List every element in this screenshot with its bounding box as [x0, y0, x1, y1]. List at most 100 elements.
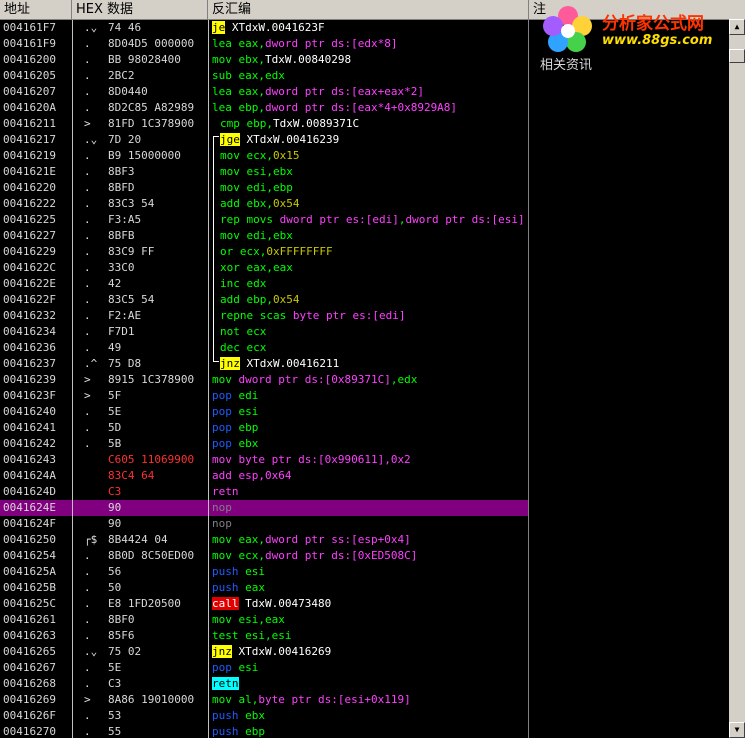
disasm-cell: dec ecx [220, 340, 528, 356]
disasm-row[interactable]: 0041625A. 56 push esi [0, 564, 528, 580]
site-logo: 分析家公式网 www.88gs.com [538, 4, 736, 54]
jump-marker: . [84, 37, 91, 50]
disasm-row[interactable]: 0041620A. 8D2C85 A82989 lea ebp,dword ptr … [0, 100, 528, 116]
disasm-row[interactable]: 00416200. BB 98028400 mov ebx,TdxW.0084029… [0, 52, 528, 68]
disasm-row[interactable]: 00416240. 5E pop esi [0, 404, 528, 420]
disasm-cell: push eax [212, 580, 526, 596]
jump-marker: > [84, 117, 91, 130]
disasm-row[interactable]: 00416234. F7D1 not ecx [0, 324, 528, 340]
disasm-row[interactable]: 0041625B. 50 push eax [0, 580, 528, 596]
disasm-row[interactable]: 00416265 .⌄ 75 02 jnz XTdxW.00416269 [0, 644, 528, 660]
scroll-up-button[interactable]: ▲ [729, 19, 745, 35]
mnemonic: jge [220, 133, 240, 146]
address-cell: 00416211 [3, 117, 56, 130]
disasm-row[interactable]: 00416237 .^ 75 D8 jnz XTdxW.00416211 [0, 356, 528, 372]
disasm-row[interactable]: 0041622E. 42 inc edx [0, 276, 528, 292]
disasm-cell: repne scas byte ptr es:[edi] [220, 308, 528, 324]
address-cell: 0041624F [3, 517, 56, 530]
operand: dword ptr ds:[eax*4+0x8929A8] [265, 101, 458, 114]
mnemonic: pop [212, 437, 232, 450]
disasm-row[interactable]: 0041626F. 53 push ebx [0, 708, 528, 724]
disasm-row[interactable]: 00416254. 8B0D 8C50ED00 mov ecx,dword ptr … [0, 548, 528, 564]
address-cell: 00416227 [3, 229, 56, 242]
comment-pane[interactable] [529, 20, 729, 738]
operand: ecx, [233, 245, 267, 258]
hex-cell: 83C9 FF [108, 245, 155, 258]
operand: dword ptr ds:[esi] [405, 213, 525, 226]
operand: 0x54 [273, 197, 300, 210]
disasm-row[interactable]: 0041624D C3 retn [0, 484, 528, 500]
operand: esp,0x64 [231, 469, 292, 482]
mnemonic: retn [212, 677, 239, 690]
column-header-address[interactable]: 地址 [0, 0, 72, 19]
disasm-row[interactable]: 004161F9. 8D04D5 000000 lea eax,dword ptr … [0, 36, 528, 52]
mnemonic: mov [212, 533, 232, 546]
disasm-row[interactable]: 00416241. 5D pop ebp [0, 420, 528, 436]
disasm-cell: xor eax,eax [220, 260, 528, 276]
disasm-cell: jge XTdxW.00416239 [220, 132, 528, 148]
disasm-cell: pop edi [212, 388, 526, 404]
disasm-row[interactable]: 0041625C. E8 1FD20500 call TdxW.00473480 [0, 596, 528, 612]
operand: ecx, [239, 149, 273, 162]
mnemonic: pop [212, 421, 232, 434]
disasm-row[interactable]: 00416232. F2:AE repne scas byte ptr es:[ed… [0, 308, 528, 324]
operand: XTdxW.00416239 [239, 133, 340, 146]
disasm-row[interactable]: 00416270. 55 push ebp [0, 724, 528, 738]
disasm-row[interactable]: 0041624F 90 nop [0, 516, 528, 532]
disasm-row[interactable]: 00416229. 83C9 FF or ecx,0xFFFFFFFF [0, 244, 528, 260]
disasm-row[interactable]: 00416267. 5E pop esi [0, 660, 528, 676]
column-header-disassembly[interactable]: 反汇编 [208, 0, 529, 19]
scrollbar-thumb[interactable] [729, 49, 745, 63]
disasm-row[interactable]: 00416217 .⌄ 7D 20 jge XTdxW.00416239 [0, 132, 528, 148]
hex-cell: 53 [108, 709, 122, 722]
disasm-row[interactable]: 00416242. 5B pop ebx [0, 436, 528, 452]
disasm-row[interactable]: 00416225. F3:A5 rep movs dword ptr es:[edi… [0, 212, 528, 228]
column-header-hex[interactable]: HEX 数据 [72, 0, 208, 19]
disasm-row[interactable]: 00416222. 83C3 54 add ebx,0x54 [0, 196, 528, 212]
disasm-row[interactable]: 004161F7 .⌄ 74 46 je XTdxW.0041623F [0, 20, 528, 36]
operand: ,edx [390, 373, 418, 386]
disasm-row[interactable]: 00416269 >8A86 19010000 mov al,byte ptr ds… [0, 692, 528, 708]
jump-marker: . [84, 261, 91, 274]
disasm-row[interactable]: 00416227. 8BFB mov edi,ebx [0, 228, 528, 244]
disasm-row[interactable]: 00416261. 8BF0 mov esi,eax [0, 612, 528, 628]
operand: byte ptr es:[edi] [286, 309, 406, 322]
disasm-row[interactable]: 00416205. 2BC2 sub eax,edx [0, 68, 528, 84]
disasm-row[interactable]: 00416220. 8BFD mov edi,ebp [0, 180, 528, 196]
disasm-row[interactable]: 00416263. 85F6 test esi,esi [0, 628, 528, 644]
disassembly-grid[interactable]: 004161F7 .⌄ 74 46 je XTdxW.0041623F 004161F9… [0, 20, 528, 738]
disasm-row[interactable]: 00416219. B9 15000000 mov ecx,0x15 [0, 148, 528, 164]
hex-cell: 50 [108, 581, 122, 594]
disasm-row[interactable]: 00416207. 8D0440 lea eax,dword ptr ds:[eax… [0, 84, 528, 100]
operand: eax,edx [231, 69, 285, 82]
address-cell: 0041625C [3, 597, 56, 610]
disasm-row[interactable]: 0041624A 83C4 64 add esp,0x64 [0, 468, 528, 484]
disasm-row[interactable]: 0041622C. 33C0 xor eax,eax [0, 260, 528, 276]
operand: ebx, [239, 197, 273, 210]
operand: edi,ebx [239, 229, 293, 242]
disasm-row[interactable]: 0041623F >5F pop edi [0, 388, 528, 404]
disasm-row[interactable]: 00416243 C605 11069900 mov byte ptr ds:[0x… [0, 452, 528, 468]
disasm-row[interactable]: 0041621E. 8BF3 mov esi,ebx [0, 164, 528, 180]
disasm-cell: nop [212, 500, 526, 516]
scroll-down-button[interactable]: ▼ [729, 722, 745, 738]
mnemonic: mov [220, 149, 240, 162]
disasm-row[interactable]: 00416250 ┌$ 8B4424 04 mov eax,dword ptr ss:… [0, 532, 528, 548]
vertical-scrollbar[interactable]: ▲ ▼ [729, 19, 745, 738]
operand: XTdxW.0041623F [225, 21, 325, 34]
disasm-row[interactable]: 00416236. 49 dec ecx [0, 340, 528, 356]
disasm-row[interactable]: 00416211 >81FD 1C378900 cmp ebp,TdxW.00893… [0, 116, 528, 132]
disasm-row[interactable]: 00416239 >8915 1C378900 mov dword ptr ds:[… [0, 372, 528, 388]
jump-marker: . [84, 277, 91, 290]
hex-cell: 5E [108, 661, 122, 674]
address-cell: 00416234 [3, 325, 56, 338]
mnemonic: not [220, 325, 240, 338]
address-cell: 00416241 [3, 421, 56, 434]
operand: dword ptr ds:[eax+eax*2] [265, 85, 424, 98]
disasm-cell: retn [212, 484, 526, 500]
disasm-row[interactable]: 00416268. C3 retn [0, 676, 528, 692]
disasm-row[interactable]: 0041624E 90 nop [0, 500, 528, 516]
disasm-cell: mov ebx,TdxW.00840298 [212, 52, 526, 68]
disasm-row[interactable]: 0041622F. 83C5 54 add ebp,0x54 [0, 292, 528, 308]
disasm-cell: mov esi,ebx [220, 164, 528, 180]
